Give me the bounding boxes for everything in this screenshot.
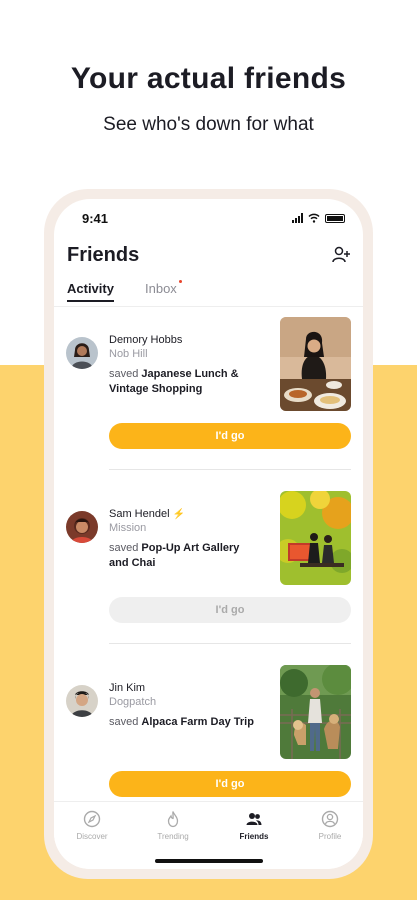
avatar[interactable]: [66, 337, 98, 369]
nav-friends[interactable]: Friends: [224, 810, 284, 841]
neighborhood: Nob Hill: [109, 348, 148, 360]
friend-name-text: Demory Hobbs: [109, 334, 183, 346]
page-title: Friends: [67, 244, 140, 266]
nav-trending-label: Trending: [157, 832, 189, 841]
neighborhood: Dogpatch: [109, 696, 157, 708]
id-go-button[interactable]: I'd go: [109, 423, 351, 449]
flame-icon: [167, 811, 179, 828]
saved-verb: saved: [109, 368, 139, 380]
compass-icon: [83, 810, 101, 828]
friend-name-text: Sam Hendel: [109, 508, 170, 520]
battery-icon: [325, 213, 345, 223]
card-divider: [109, 643, 351, 644]
friend-name[interactable]: Sam Hendel ⚡: [109, 508, 185, 520]
card-divider: [109, 469, 351, 470]
status-time: 9:41: [82, 211, 109, 226]
add-person-icon[interactable]: [331, 245, 351, 265]
plan-photo[interactable]: [280, 491, 351, 585]
nav-profile-label: Profile: [318, 832, 342, 841]
avatar[interactable]: [66, 511, 98, 543]
nav-discover[interactable]: Discover: [62, 810, 122, 841]
activity-card: Demory Hobbs Nob Hill saved Japanese Lun…: [54, 317, 363, 489]
nav-trending[interactable]: Trending: [143, 810, 203, 841]
promo-subline: See who's down for what: [103, 114, 314, 135]
home-indicator: [155, 859, 263, 863]
saved-verb: saved: [109, 716, 139, 728]
nav-profile[interactable]: Profile: [300, 810, 360, 841]
promo-headline: Your actual friends: [70, 62, 347, 95]
bolt-icon: ⚡: [172, 509, 185, 520]
tab-inbox-label: Inbox: [145, 281, 177, 296]
phone-screen: 9:41 Friends Activity Inbox Demory Hobbs…: [54, 199, 363, 869]
id-go-button[interactable]: I'd go: [109, 771, 351, 797]
wifi-icon: [308, 213, 320, 223]
avatar[interactable]: [66, 685, 98, 717]
saved-plan: saved Japanese Lunch & Vintage Shopping: [109, 367, 257, 397]
tab-activity[interactable]: Activity: [67, 281, 114, 302]
plan-photo[interactable]: [280, 665, 351, 759]
activity-card: Sam Hendel ⚡ Mission saved Pop-Up Art Gal…: [54, 491, 363, 663]
tabs-divider: [54, 306, 363, 307]
nav-friends-label: Friends: [239, 832, 269, 841]
unread-dot: [178, 280, 182, 283]
saved-verb: saved: [109, 542, 139, 554]
friend-name[interactable]: Jin Kim: [109, 682, 145, 694]
tab-activity-label: Activity: [67, 281, 114, 296]
saved-plan: saved Pop-Up Art Gallery and Chai: [109, 541, 257, 571]
friend-name[interactable]: Demory Hobbs: [109, 334, 182, 346]
saved-plan: saved Alpaca Farm Day Trip: [109, 715, 257, 730]
id-go-button[interactable]: I'd go: [109, 597, 351, 623]
tab-inbox[interactable]: Inbox: [145, 280, 182, 296]
nav-discover-label: Discover: [76, 832, 108, 841]
plan-photo[interactable]: [280, 317, 351, 411]
neighborhood: Mission: [109, 522, 147, 534]
signal-icon: [292, 213, 303, 223]
status-icons: [292, 213, 345, 223]
profile-icon: [321, 810, 339, 828]
friend-name-text: Jin Kim: [109, 682, 146, 694]
people-icon: [246, 813, 262, 825]
plan-title[interactable]: Alpaca Farm Day Trip: [141, 716, 254, 728]
